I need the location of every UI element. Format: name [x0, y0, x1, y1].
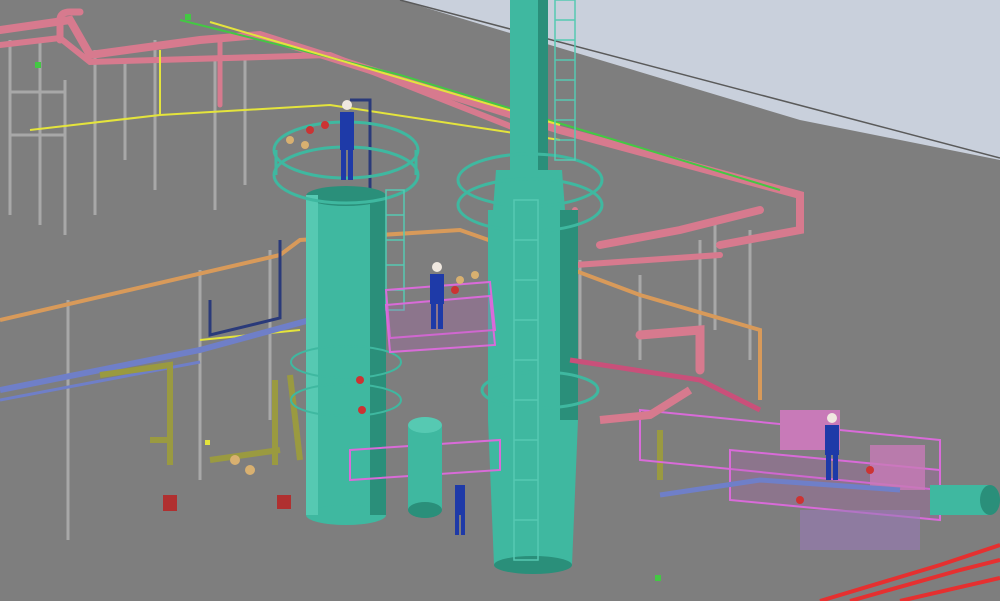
drain-box	[277, 495, 291, 509]
red-floor-pipe	[819, 543, 1000, 601]
drain-box	[163, 495, 177, 511]
operator-figure-icon	[455, 485, 465, 535]
plant-3d-model-view	[0, 0, 1000, 601]
drum-vessel	[408, 417, 442, 518]
operator-figure-icon	[340, 100, 354, 180]
horizontal-drum	[930, 485, 1000, 515]
